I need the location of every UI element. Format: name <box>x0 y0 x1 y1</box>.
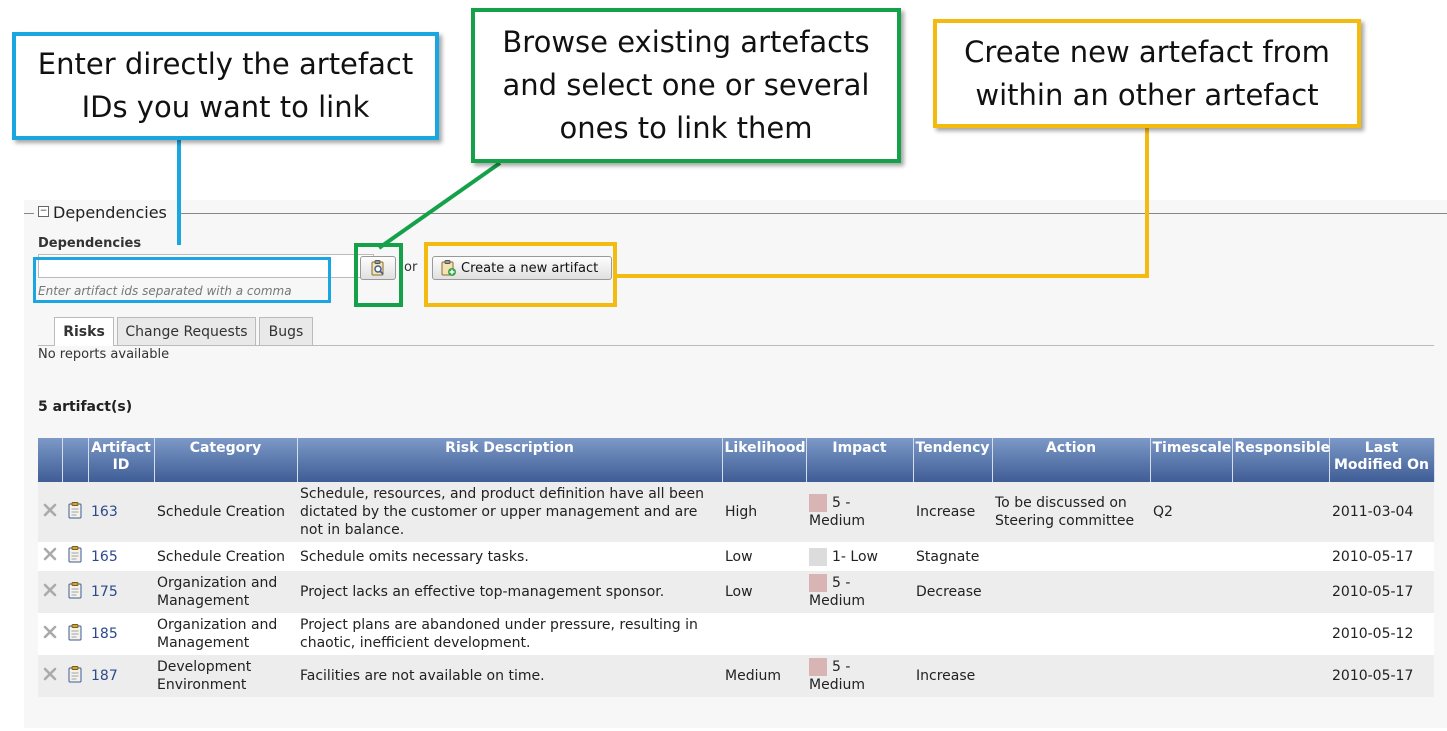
callout-enter-ids: Enter directly the artefact IDs you want… <box>12 32 439 140</box>
callout-browse: Browse existing artefacts and select one… <box>471 8 901 163</box>
callout-create: Create new artefact from within an other… <box>933 19 1361 128</box>
